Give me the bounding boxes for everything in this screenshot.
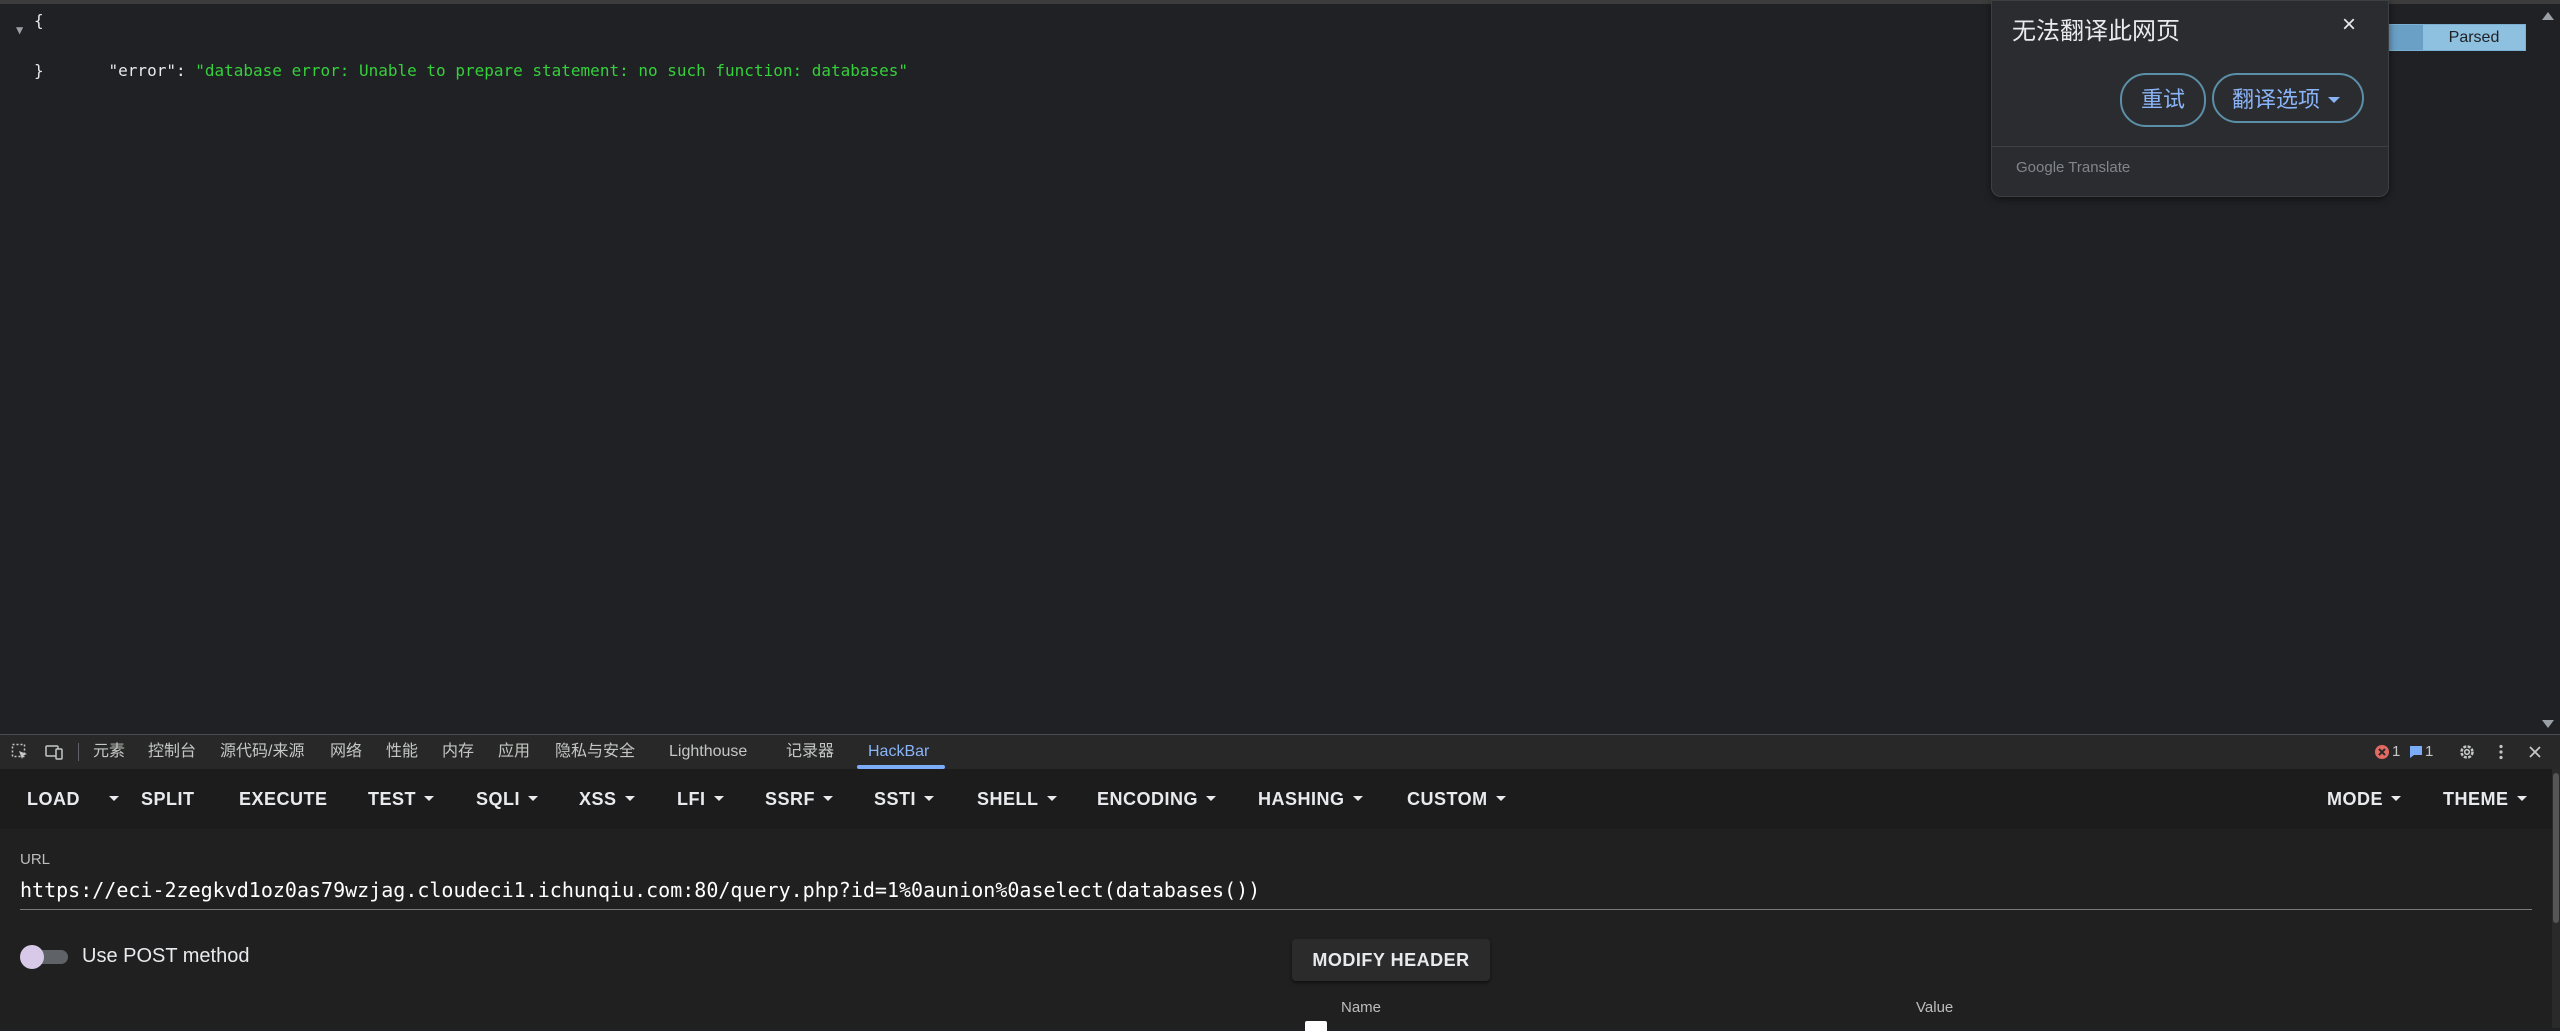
split-button[interactable]: SPLIT (141, 769, 195, 829)
tab-hackbar[interactable]: HackBar (868, 735, 929, 769)
tab-memory[interactable]: 内存 (442, 735, 474, 769)
json-close-brace: } (34, 61, 44, 80)
header-name-column: Name (1341, 999, 1382, 1016)
chevron-down-icon (1046, 796, 1057, 802)
tab-recorder[interactable]: 记录器 (786, 735, 834, 769)
chevron-down-icon (924, 796, 935, 802)
test-label: TEST (368, 789, 417, 809)
ssti-menu[interactable]: SSTI (874, 769, 935, 829)
mode-label: MODE (2327, 789, 2383, 809)
translate-popup: 无法翻译此网页 × 重试 翻译选项 Google Translate (1991, 0, 2389, 197)
chevron-down-icon (528, 796, 539, 802)
header-row-checkbox[interactable] (1305, 1021, 1327, 1031)
tab-privacy-security[interactable]: 隐私与安全 (555, 735, 635, 769)
tab-elements[interactable]: 元素 (93, 735, 125, 769)
device-toolbar-icon[interactable] (45, 743, 63, 761)
tab-sources[interactable]: 源代码/来源 (220, 735, 304, 769)
shell-label: SHELL (977, 789, 1039, 809)
header-value-column: Value (1916, 999, 1954, 1016)
shell-menu[interactable]: SHELL (977, 769, 1057, 829)
json-error-line[interactable]: "error": "database error: Unable to prep… (70, 33, 909, 108)
tab-console[interactable]: 控制台 (148, 735, 196, 769)
load-button[interactable]: LOAD (27, 769, 80, 829)
xss-label: XSS (579, 789, 617, 809)
tab-lighthouse[interactable]: Lighthouse (669, 735, 747, 769)
mode-menu[interactable]: MODE (2327, 769, 2401, 829)
scroll-down-icon[interactable] (2542, 720, 2554, 728)
theme-label: THEME (2443, 789, 2509, 809)
toggle-knob (20, 945, 44, 969)
load-dropdown-button[interactable] (101, 769, 119, 829)
inspect-element-icon[interactable] (11, 743, 29, 761)
url-underline (20, 909, 2532, 910)
chevron-down-icon (424, 796, 435, 802)
chevron-down-icon (1495, 796, 1506, 802)
hashing-label: HASHING (1258, 789, 1345, 809)
xss-menu[interactable]: XSS (579, 769, 635, 829)
divider (1992, 146, 2388, 147)
chevron-down-icon (1352, 796, 1363, 802)
translate-options-label: 翻译选项 (2232, 87, 2321, 112)
chevron-down-icon (2391, 796, 2401, 802)
json-key: "error" (108, 61, 176, 80)
chevron-down-icon (2516, 796, 2527, 802)
tab-network[interactable]: 网络 (330, 735, 362, 769)
tab-performance[interactable]: 性能 (386, 735, 418, 769)
chevron-down-icon (823, 796, 834, 802)
google-translate-brand: Google Translate (2016, 159, 2131, 176)
custom-label: CUSTOM (1407, 789, 1488, 809)
chevron-down-icon (109, 796, 119, 802)
retry-button[interactable]: 重试 (2120, 73, 2206, 127)
hackbar-body: URL https://eci-2zegkvd1oz0as79wzjag.clo… (0, 829, 2552, 1031)
parsed-option[interactable]: Parsed (2423, 25, 2525, 50)
json-value: "database error: Unable to prepare state… (195, 61, 909, 80)
sqli-label: SQLI (476, 789, 521, 809)
url-label: URL (20, 851, 51, 868)
execute-button[interactable]: EXECUTE (239, 769, 328, 829)
chevron-down-icon (1206, 796, 1217, 802)
hackbar-scrollbar[interactable] (2552, 769, 2560, 1028)
chevron-down-icon (713, 796, 724, 802)
raw-option[interactable] (2389, 25, 2423, 50)
tab-application[interactable]: 应用 (498, 735, 530, 769)
post-method-toggle[interactable] (20, 945, 68, 969)
lfi-menu[interactable]: LFI (677, 769, 724, 829)
translate-options-button[interactable]: 翻译选项 (2212, 73, 2364, 123)
close-icon[interactable]: × (2342, 11, 2356, 39)
translate-title: 无法翻译此网页 (2012, 18, 2180, 45)
scrollbar-thumb[interactable] (2553, 773, 2559, 923)
message-count[interactable]: 1 (2425, 735, 2433, 769)
scroll-up-icon[interactable] (2542, 12, 2554, 20)
json-colon: : (175, 61, 196, 80)
lfi-label: LFI (677, 789, 706, 809)
sqli-menu[interactable]: SQLI (476, 769, 539, 829)
encoding-label: ENCODING (1097, 789, 1199, 809)
dropdown-arrow-icon (2328, 97, 2340, 103)
modify-header-button[interactable]: MODIFY HEADER (1292, 939, 1490, 981)
ssrf-label: SSRF (765, 789, 816, 809)
close-devtools-icon[interactable] (2526, 743, 2544, 761)
theme-menu[interactable]: THEME (2443, 769, 2527, 829)
ssrf-menu[interactable]: SSRF (765, 769, 834, 829)
devtools-tab-bar: 元素 控制台 源代码/来源 网络 性能 内存 应用 隐私与安全 Lighthou… (0, 734, 2560, 770)
error-icon[interactable] (2373, 743, 2391, 761)
gear-icon[interactable] (2458, 743, 2476, 761)
more-options-icon[interactable] (2492, 743, 2510, 761)
ssti-label: SSTI (874, 789, 917, 809)
custom-menu[interactable]: CUSTOM (1407, 769, 1506, 829)
url-input[interactable]: https://eci-2zegkvd1oz0as79wzjag.cloudec… (20, 875, 2532, 905)
json-open-brace: { (34, 11, 44, 30)
encoding-menu[interactable]: ENCODING (1097, 769, 1217, 829)
collapse-caret-icon[interactable]: ▼ (16, 18, 23, 43)
hackbar-toolbar: LOAD SPLIT EXECUTE TEST SQLI XSS LFI SSR… (0, 769, 2552, 829)
test-menu[interactable]: TEST (368, 769, 435, 829)
raw-parsed-toggle[interactable]: Parsed (2388, 24, 2526, 51)
message-icon[interactable] (2408, 744, 2424, 760)
tab-separator (78, 743, 79, 761)
page-scrollbar[interactable] (2542, 4, 2558, 732)
post-method-label: Use POST method (82, 945, 250, 967)
hashing-menu[interactable]: HASHING (1258, 769, 1363, 829)
error-count[interactable]: 1 (2392, 735, 2400, 769)
chevron-down-icon (624, 796, 635, 802)
